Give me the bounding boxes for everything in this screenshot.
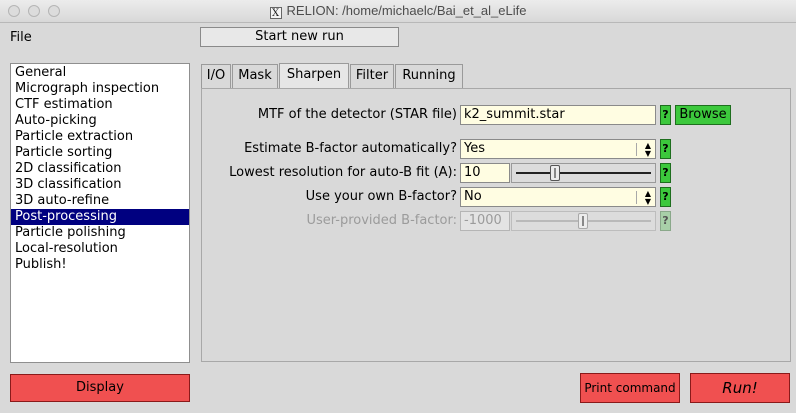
select-divider: [636, 143, 637, 156]
process-list[interactable]: General Micrograph inspection CTF estimati…: [10, 63, 190, 363]
menu-bar: File Start new run: [0, 23, 796, 53]
tab-io[interactable]: I/O: [201, 64, 231, 88]
title-bar: X RELION: /home/michaelc/Bai_et_al_eLife: [0, 0, 796, 23]
auto-bfactor-value: Yes: [464, 141, 485, 156]
process-item[interactable]: General: [11, 65, 189, 81]
sharpen-panel: MTF of the detector (STAR file) k2_summi…: [201, 88, 791, 362]
own-bfactor-value: No: [464, 189, 482, 204]
window-title-wrap: X RELION: /home/michaelc/Bai_et_al_eLife: [0, 3, 796, 19]
process-item[interactable]: 2D classification: [11, 161, 189, 177]
process-item[interactable]: 3D auto-refine: [11, 193, 189, 209]
slider-track: [516, 172, 651, 174]
tab-mask[interactable]: Mask: [232, 64, 278, 88]
own-bfactor-help-button[interactable]: ?: [660, 187, 671, 207]
tab-running[interactable]: Running: [395, 64, 463, 88]
user-bfactor-input[interactable]: -1000: [460, 211, 510, 231]
user-bfactor-label: User-provided B-factor:: [306, 213, 457, 228]
lowest-res-input[interactable]: 10: [460, 163, 510, 183]
x11-app-icon: X: [269, 7, 282, 19]
print-command-button[interactable]: Print command: [580, 373, 680, 403]
up-down-arrows-icon: ▲ ▼: [644, 189, 651, 206]
up-down-arrows-icon: ▲ ▼: [644, 141, 651, 158]
own-bfactor-label: Use your own B-factor?: [305, 189, 457, 204]
window-title: RELION: /home/michaelc/Bai_et_al_eLife: [286, 3, 527, 18]
display-button[interactable]: Display: [10, 374, 190, 402]
lowest-res-help-button[interactable]: ?: [660, 163, 671, 183]
process-item[interactable]: Particle sorting: [11, 145, 189, 161]
process-item[interactable]: Particle polishing: [11, 225, 189, 241]
slider-thumb[interactable]: [550, 165, 560, 181]
auto-bfactor-label: Estimate B-factor automatically?: [244, 141, 457, 156]
lowest-res-slider[interactable]: [511, 163, 656, 183]
run-button[interactable]: Run!: [690, 373, 790, 403]
process-item[interactable]: Local-resolution: [11, 241, 189, 257]
mtf-label: MTF of the detector (STAR file): [257, 107, 457, 122]
mtf-input[interactable]: k2_summit.star: [460, 105, 656, 125]
mtf-help-button[interactable]: ?: [660, 105, 671, 125]
start-new-run-button[interactable]: Start new run: [200, 27, 399, 47]
own-bfactor-select[interactable]: No ▲ ▼: [460, 187, 656, 207]
process-item[interactable]: Auto-picking: [11, 113, 189, 129]
process-item[interactable]: CTF estimation: [11, 97, 189, 113]
process-item[interactable]: Particle extraction: [11, 129, 189, 145]
user-bfactor-help-button[interactable]: ?: [660, 211, 671, 231]
slider-thumb[interactable]: [578, 213, 588, 229]
tab-sharpen[interactable]: Sharpen: [279, 63, 349, 89]
process-item[interactable]: Post-processing: [11, 209, 189, 225]
user-bfactor-slider[interactable]: [511, 211, 656, 231]
file-menu[interactable]: File: [10, 30, 32, 45]
auto-bfactor-help-button[interactable]: ?: [660, 139, 671, 159]
browse-button[interactable]: Browse: [675, 105, 731, 125]
tab-filter[interactable]: Filter: [350, 64, 394, 88]
process-item[interactable]: Micrograph inspection: [11, 81, 189, 97]
auto-bfactor-select[interactable]: Yes ▲ ▼: [460, 139, 656, 159]
lowest-res-label: Lowest resolution for auto-B fit (A):: [229, 165, 457, 180]
process-item[interactable]: 3D classification: [11, 177, 189, 193]
process-item[interactable]: Publish!: [11, 257, 189, 273]
select-divider: [636, 191, 637, 204]
